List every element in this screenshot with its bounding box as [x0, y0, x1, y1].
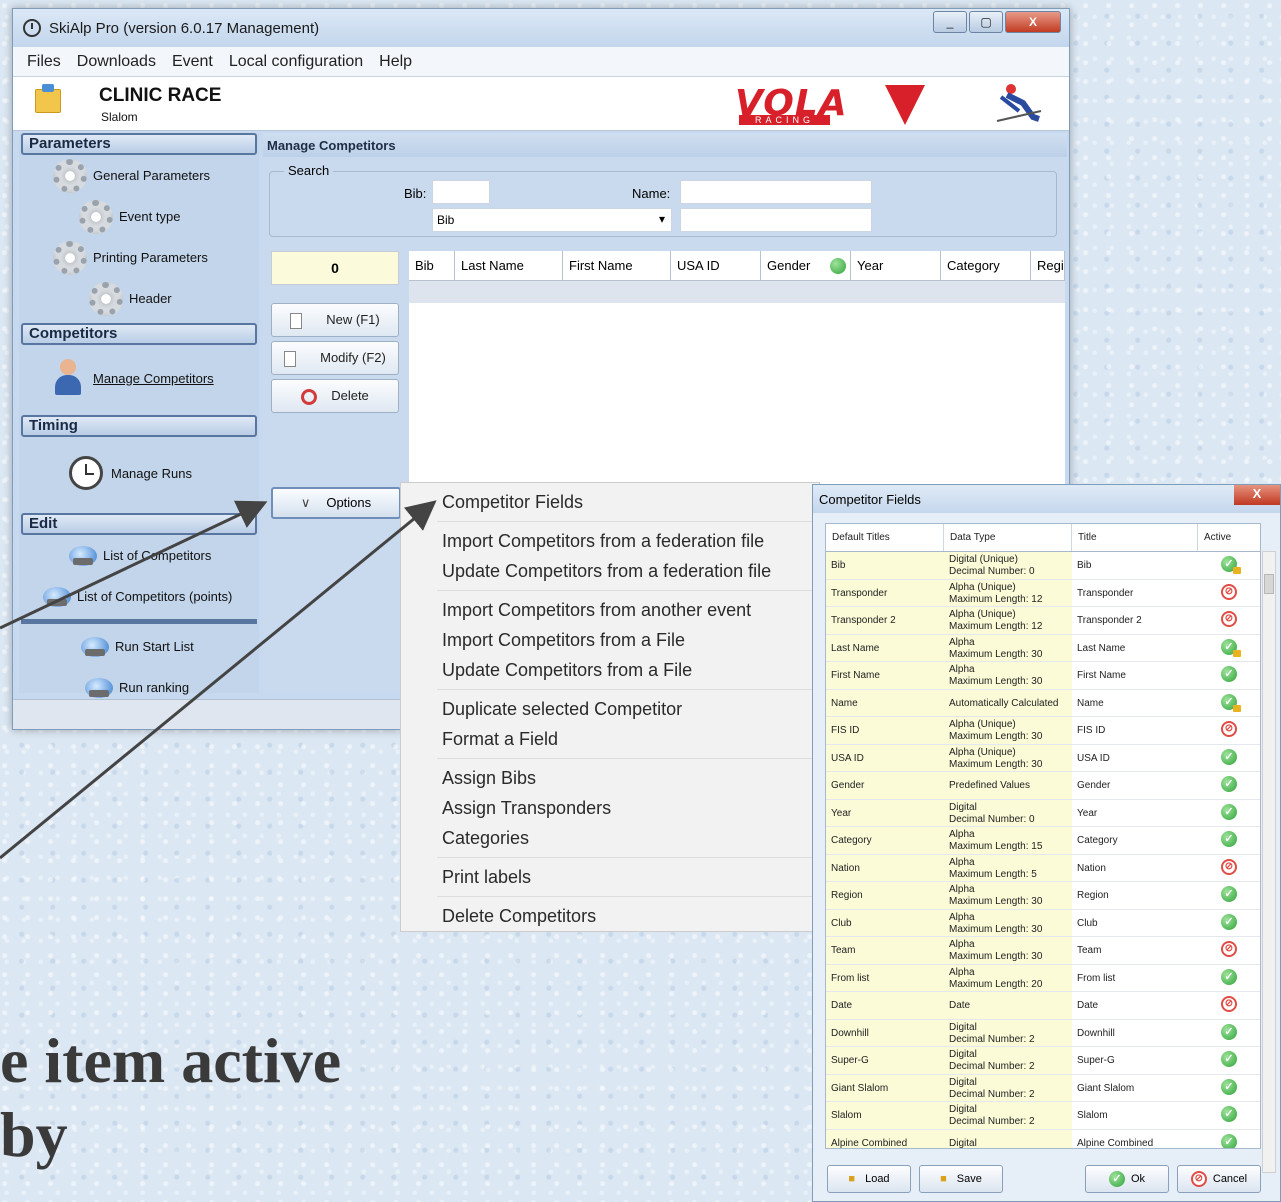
slide-caption-line-1: e item active — [0, 1025, 342, 1096]
slide-caption: e item active by — [0, 1024, 341, 1171]
arrow-to-options — [0, 500, 268, 630]
arrow-to-competitor-fields — [0, 500, 437, 860]
slide-caption-line-2: by — [0, 1098, 68, 1170]
annotation-arrows — [0, 500, 437, 860]
